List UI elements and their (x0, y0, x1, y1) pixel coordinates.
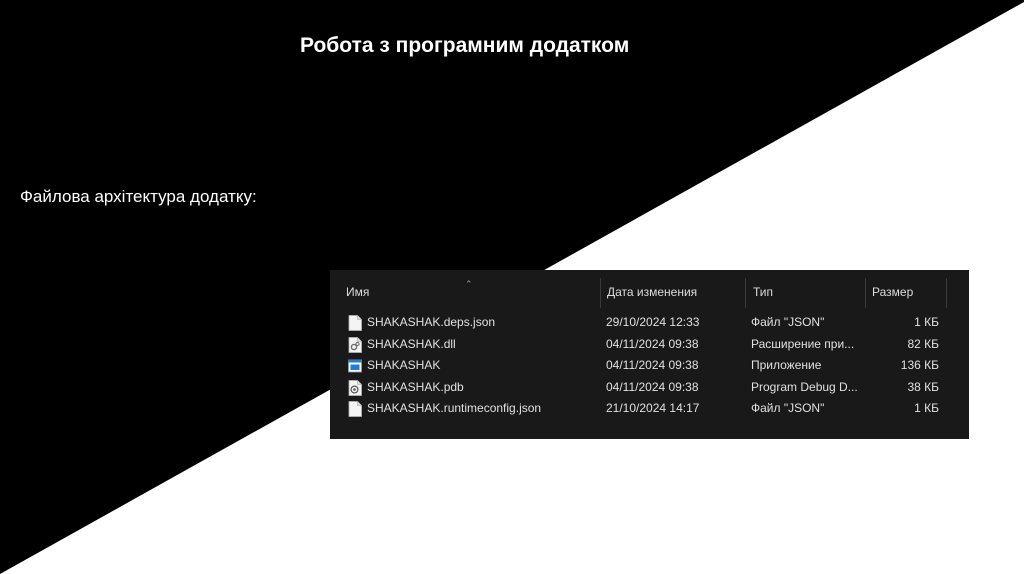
file-name: SHAKASHAK (367, 358, 441, 373)
file-type: Program Debug D... (751, 379, 858, 394)
json-file-icon (348, 401, 362, 418)
column-header-type[interactable]: Тип (747, 276, 865, 306)
file-size: 1 КБ (914, 315, 939, 329)
file-name: SHAKASHAK.deps.json (367, 315, 496, 329)
file-row[interactable]: SHAKASHAK.runtimeconfig.json 21/10/2024 … (330, 398, 969, 420)
column-header-size[interactable]: Размер (866, 276, 946, 306)
pdb-file-icon (348, 379, 362, 396)
slide-title: Робота з програмним додатком (300, 34, 630, 57)
slide-subtitle: Файлова архітектура додатку: (20, 187, 257, 206)
file-date: 04/11/2024 09:38 (606, 358, 699, 373)
file-date: 29/10/2024 12:33 (606, 315, 700, 329)
file-row[interactable]: SHAKASHAK.pdb 04/11/2024 09:38 Program D… (330, 377, 969, 399)
file-list: SHAKASHAK.deps.json 29/10/2024 12:33 Фай… (330, 312, 969, 420)
file-type: Расширение при... (751, 336, 855, 351)
column-header-row: ⌃ Имя Дата изменения Тип Размер (330, 276, 969, 308)
file-date: 04/11/2024 09:38 (606, 379, 699, 394)
file-size: 136 КБ (900, 358, 939, 373)
file-type: Приложение (751, 358, 822, 373)
file-size: 1 КБ (914, 401, 939, 416)
file-size: 82 КБ (907, 336, 939, 351)
file-row[interactable]: SHAKASHAK 04/11/2024 09:38 Приложение 13… (330, 355, 969, 377)
file-name: SHAKASHAK.pdb (367, 379, 464, 394)
file-date: 21/10/2024 14:17 (606, 401, 700, 416)
file-name: SHAKASHAK.dll (367, 336, 456, 351)
file-name: SHAKASHAK.runtimeconfig.json (367, 401, 542, 416)
column-divider[interactable] (745, 278, 746, 308)
application-icon (348, 359, 362, 373)
column-header-name[interactable]: Имя (340, 276, 600, 306)
file-row[interactable]: SHAKASHAK.dll 04/11/2024 09:38 Расширени… (330, 334, 969, 356)
file-explorer-panel: ⌃ Имя Дата изменения Тип Размер SHAKASHA… (330, 270, 969, 439)
column-divider[interactable] (946, 278, 947, 308)
json-file-icon (348, 315, 362, 331)
file-date: 04/11/2024 09:38 (606, 336, 699, 351)
file-type: Файл "JSON" (751, 401, 825, 416)
column-header-date[interactable]: Дата изменения (601, 276, 745, 306)
file-size: 38 КБ (907, 379, 939, 394)
file-row[interactable]: SHAKASHAK.deps.json 29/10/2024 12:33 Фай… (330, 312, 969, 334)
dll-file-icon (348, 336, 362, 353)
file-type: Файл "JSON" (751, 315, 825, 329)
